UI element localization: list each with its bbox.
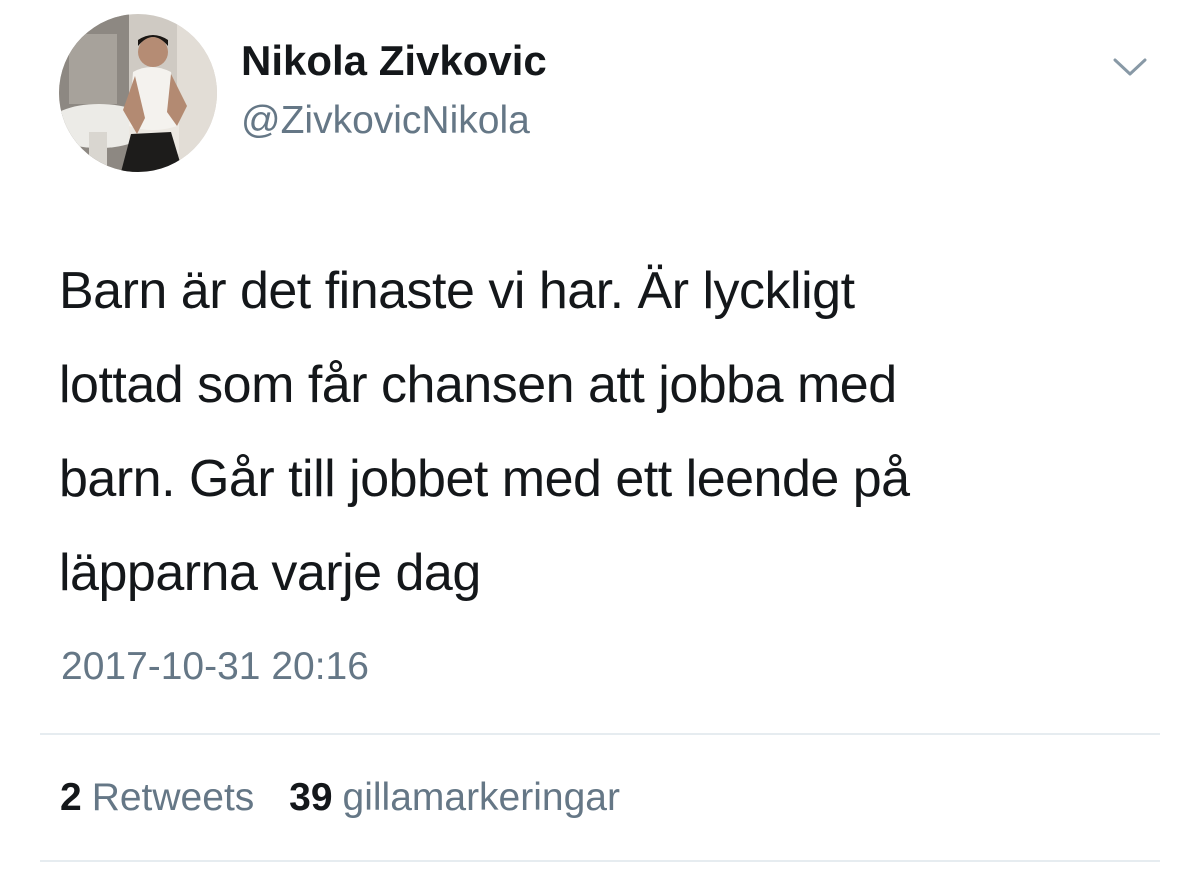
tweet-timestamp[interactable]: 2017-10-31 20:16 <box>61 647 369 686</box>
divider <box>40 860 1160 862</box>
retweets-stat[interactable]: 2 Retweets <box>60 778 254 817</box>
avatar[interactable] <box>59 14 217 172</box>
likes-stat[interactable]: 39 gillamarkeringar <box>289 778 620 817</box>
profile-photo-icon <box>59 14 217 172</box>
tweet-detail: Nikola Zivkovic @ZivkovicNikola Barn är … <box>0 0 1200 878</box>
divider <box>40 733 1160 735</box>
likes-label: gillamarkeringar <box>342 776 620 819</box>
chevron-down-icon[interactable] <box>1110 52 1150 82</box>
author-display-name[interactable]: Nikola Zivkovic <box>241 40 547 82</box>
retweets-label: Retweets <box>91 776 255 819</box>
tweet-text: Barn är det finaste vi har. Är lyckligt … <box>59 262 910 602</box>
author-handle[interactable]: @ZivkovicNikola <box>241 101 530 140</box>
likes-count: 39 <box>289 776 333 819</box>
retweets-count: 2 <box>60 776 82 819</box>
tweet-stats: 2 Retweets 39 gillamarkeringar <box>60 778 620 817</box>
